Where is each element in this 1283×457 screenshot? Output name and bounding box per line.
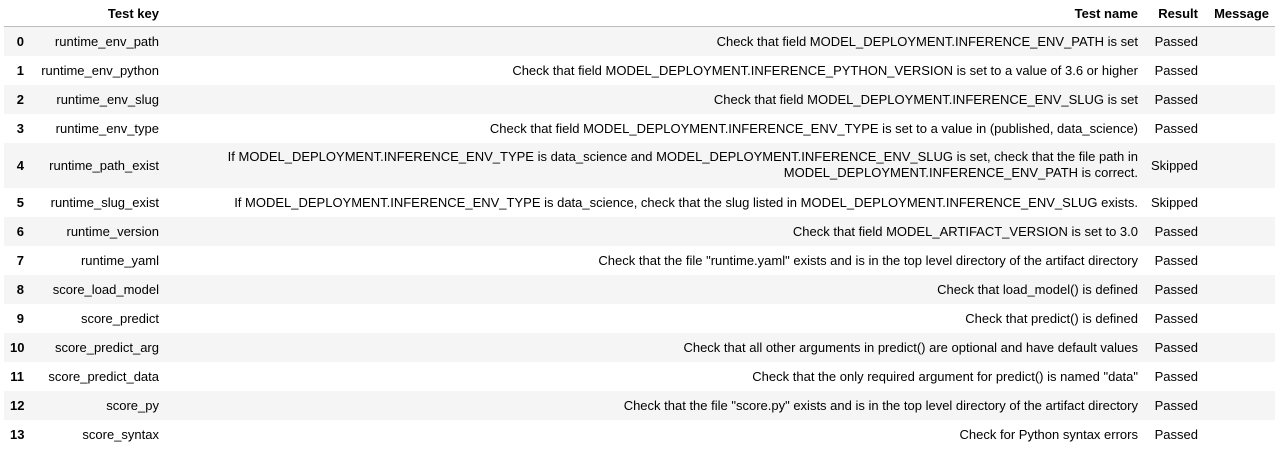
test-name-cell: Check that the file "score.py" exists an…	[623, 397, 1138, 413]
row-index: 1	[16, 62, 24, 78]
row-index: 8	[16, 281, 24, 297]
test-name-cell: Check that load_model() is defined	[937, 281, 1138, 297]
table-row: 13 score_syntax Check for Python syntax …	[4, 420, 1275, 449]
message-cell	[1204, 85, 1275, 114]
test-name-cell: Check that the file "runtime.yaml" exist…	[598, 252, 1138, 268]
table-row: 3 runtime_env_type Check that field MODE…	[4, 114, 1275, 143]
test-name-cell: Check that all other arguments in predic…	[683, 339, 1138, 355]
table-row: 0 runtime_env_path Check that field MODE…	[4, 26, 1275, 56]
row-index: 2	[16, 91, 24, 107]
row-index: 3	[16, 120, 24, 136]
result-cell: Passed	[1154, 368, 1198, 384]
table-row: 7 runtime_yaml Check that the file "runt…	[4, 246, 1275, 275]
result-cell: Passed	[1154, 252, 1198, 268]
message-header: Message	[1204, 0, 1275, 27]
table-body: 0 runtime_env_path Check that field MODE…	[4, 26, 1275, 449]
test-key-cell: runtime_env_path	[54, 33, 159, 49]
test-key-cell: runtime_path_exist	[49, 157, 159, 173]
table-row: 9 score_predict Check that predict() is …	[4, 304, 1275, 333]
index-header	[4, 0, 30, 27]
test-name-cell: Check for Python syntax errors	[959, 426, 1138, 442]
test-name-cell: Check that the only required argument fo…	[752, 368, 1138, 384]
results-table: Test key Test name Result Message 0 runt…	[4, 0, 1275, 449]
message-cell	[1204, 143, 1275, 188]
test-key-cell: runtime_env_slug	[56, 91, 159, 107]
table-row: 6 runtime_version Check that field MODEL…	[4, 216, 1275, 246]
test-name-cell: If MODEL_DEPLOYMENT.INFERENCE_ENV_TYPE i…	[234, 194, 1138, 210]
table-header: Test key Test name Result Message	[4, 0, 1275, 27]
message-cell	[1204, 217, 1275, 246]
test-name-cell: Check that field MODEL_DEPLOYMENT.INFERE…	[713, 91, 1138, 107]
result-cell: Passed	[1154, 62, 1198, 78]
message-cell	[1204, 333, 1275, 362]
result-cell: Passed	[1154, 33, 1198, 49]
test-key-cell: score_predict_data	[48, 368, 159, 384]
table-row: 11 score_predict_data Check that the onl…	[4, 362, 1275, 391]
row-index: 12	[10, 397, 25, 413]
table-row: 10 score_predict_arg Check that all othe…	[4, 332, 1275, 362]
test-key-cell: runtime_env_type	[55, 120, 159, 136]
test-name-cell: Check that field MODEL_ARTIFACT_VERSION …	[792, 223, 1138, 239]
test-key-header: Test key	[30, 0, 165, 27]
row-index: 13	[10, 426, 25, 442]
table-row: 1 runtime_env_python Check that field MO…	[4, 56, 1275, 85]
message-cell	[1204, 27, 1275, 56]
row-index: 5	[16, 194, 24, 210]
test-name-cell: Check that field MODEL_DEPLOYMENT.INFERE…	[716, 33, 1138, 49]
message-cell	[1204, 188, 1275, 217]
message-cell	[1204, 362, 1275, 391]
table-row: 8 score_load_model Check that load_model…	[4, 274, 1275, 304]
test-key-cell: score_syntax	[82, 426, 159, 442]
test-key-cell: runtime_slug_exist	[50, 194, 159, 210]
message-cell	[1204, 420, 1275, 449]
row-index: 7	[16, 252, 24, 268]
test-key-cell: score_py	[106, 397, 159, 413]
message-cell	[1204, 304, 1275, 333]
message-cell	[1204, 114, 1275, 143]
test-key-cell: runtime_version	[66, 223, 160, 239]
result-cell: Passed	[1154, 426, 1198, 442]
test-name-cell: Check that field MODEL_DEPLOYMENT.INFERE…	[512, 62, 1138, 78]
row-index: 4	[16, 157, 24, 173]
result-cell: Skipped	[1151, 194, 1198, 210]
test-name-cell: If MODEL_DEPLOYMENT.INFERENCE_ENV_TYPE i…	[227, 149, 1138, 180]
table-row: 12 score_py Check that the file "score.p…	[4, 390, 1275, 420]
table-row: 4 runtime_path_exist If MODEL_DEPLOYMENT…	[4, 142, 1275, 188]
test-key-cell: runtime_env_python	[41, 62, 159, 78]
table-row: 2 runtime_env_slug Check that field MODE…	[4, 84, 1275, 114]
result-cell: Passed	[1154, 281, 1198, 297]
table-row: 5 runtime_slug_exist If MODEL_DEPLOYMENT…	[4, 188, 1275, 217]
row-index: 11	[10, 368, 24, 384]
result-cell: Passed	[1154, 91, 1198, 107]
result-cell: Passed	[1154, 223, 1198, 239]
test-name-cell: Check that field MODEL_DEPLOYMENT.INFERE…	[489, 120, 1138, 136]
test-key-cell: score_predict	[80, 310, 159, 326]
message-cell	[1204, 246, 1275, 275]
message-cell	[1204, 275, 1275, 304]
test-key-cell: score_predict_arg	[54, 339, 159, 355]
result-cell: Passed	[1154, 120, 1198, 136]
test-name-header: Test name	[165, 0, 1144, 27]
row-index: 6	[16, 223, 24, 239]
test-key-cell: runtime_yaml	[80, 252, 159, 268]
header-row: Test key Test name Result Message	[4, 0, 1275, 27]
result-cell: Skipped	[1151, 157, 1198, 173]
row-index: 10	[10, 339, 25, 355]
message-cell	[1204, 56, 1275, 85]
test-key-cell: score_load_model	[52, 281, 159, 297]
result-cell: Passed	[1154, 339, 1198, 355]
result-cell: Passed	[1154, 397, 1198, 413]
message-cell	[1204, 391, 1275, 420]
result-cell: Passed	[1154, 310, 1198, 326]
row-index: 9	[16, 310, 24, 326]
result-header: Result	[1144, 0, 1204, 27]
test-name-cell: Check that predict() is defined	[965, 310, 1138, 326]
row-index: 0	[16, 33, 24, 49]
